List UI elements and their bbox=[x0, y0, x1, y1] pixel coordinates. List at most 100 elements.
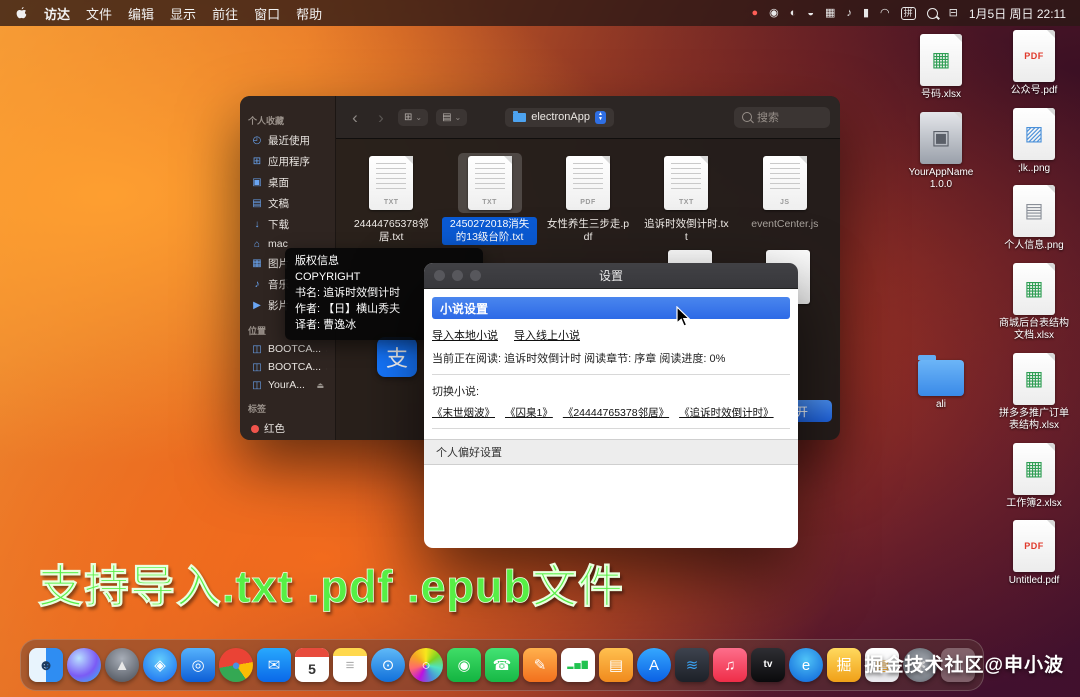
notes-icon[interactable]: ≡ bbox=[333, 648, 367, 682]
novel-settings-header[interactable]: 小说设置 bbox=[432, 297, 790, 319]
sidebar-item-label: BOOTCA... bbox=[268, 343, 321, 355]
desktop-icon[interactable]: ▦ 拼多多推广订单表结构.xlsx bbox=[996, 353, 1072, 433]
desktop-icon[interactable]: ▨ ;lk..png bbox=[996, 108, 1072, 176]
sidebar-section-favorites: 个人收藏 bbox=[248, 114, 327, 127]
group-by-control[interactable]: ▤⌄ bbox=[436, 109, 467, 126]
menu-item[interactable]: 文件 bbox=[86, 4, 112, 23]
file-item[interactable]: TXT 24444765378邻居.txt bbox=[344, 153, 438, 245]
sidebar-item[interactable]: ⊞ 应用程序 bbox=[248, 151, 327, 172]
desktop-icon[interactable]: ▤ 个人信息.png bbox=[996, 185, 1072, 253]
file-item[interactable]: JS eventCenter.js bbox=[738, 153, 832, 245]
desktop-icon[interactable]: PDF Untitled.pdf bbox=[996, 520, 1072, 588]
file-type-icon: ▦ bbox=[1013, 353, 1055, 405]
desktop-icon[interactable]: ▦ 工作簿2.xlsx bbox=[996, 443, 1072, 511]
docker-icon[interactable]: ≋ bbox=[675, 648, 709, 682]
keyboard-icon[interactable]: ▦ bbox=[825, 8, 835, 19]
eject-icon[interactable]: ⏏ bbox=[316, 381, 324, 390]
search-field[interactable]: 搜索 bbox=[734, 107, 830, 128]
desktop-icon[interactable]: ▦ 商城后台表结构文档.xlsx bbox=[996, 263, 1072, 343]
sidebar-item-icon: ⌂ bbox=[251, 239, 263, 250]
sidebar-item[interactable]: ↓ 下载 bbox=[248, 214, 327, 235]
wifi-icon[interactable]: ◠ bbox=[880, 8, 890, 19]
file-type-icon: ▦ bbox=[1013, 263, 1055, 315]
music-icon[interactable]: ♫ bbox=[713, 648, 747, 682]
messages-icon[interactable]: ⊙ bbox=[371, 648, 405, 682]
blue-app-icon[interactable]: ◎ bbox=[181, 648, 215, 682]
alipay-file-icon[interactable]: 支 bbox=[377, 337, 417, 377]
phone-icon[interactable]: ☎ bbox=[485, 648, 519, 682]
menu-item[interactable]: 帮助 bbox=[296, 4, 322, 23]
apple-tv-icon[interactable]: tv bbox=[751, 648, 785, 682]
menu-item[interactable]: 窗口 bbox=[254, 4, 280, 23]
desktop-icon-label: 公众号.pdf bbox=[1011, 85, 1058, 98]
popup-stepper-icon: ▲▼ bbox=[595, 111, 606, 124]
folder-popup[interactable]: electronApp ▲▼ bbox=[505, 108, 614, 127]
sidebar-tag-item[interactable]: 红色 bbox=[248, 418, 327, 439]
menu-item[interactable]: 显示 bbox=[170, 4, 196, 23]
eject-icon[interactable]: ⏏ bbox=[326, 345, 327, 354]
juejin-icon[interactable]: 掘 bbox=[827, 648, 861, 682]
pencil-app-icon[interactable]: ✎ bbox=[523, 648, 557, 682]
calendar-icon[interactable]: 5 bbox=[295, 648, 329, 682]
menu-item[interactable]: 访达 bbox=[44, 4, 70, 23]
back-button[interactable]: ‹ bbox=[346, 109, 364, 126]
sidebar-item[interactable]: ◴ 最近使用 bbox=[248, 130, 327, 151]
chrome-icon[interactable]: ● bbox=[219, 648, 253, 682]
desktop-icon[interactable]: ▣ YourAppName 1.0.0 bbox=[905, 112, 977, 192]
menu-item[interactable]: 前往 bbox=[212, 4, 238, 23]
forward-button[interactable]: › bbox=[372, 109, 390, 126]
file-type-badge: TXT bbox=[384, 199, 399, 206]
screen-recording-icon[interactable]: ● bbox=[751, 8, 758, 19]
file-item[interactable]: TXT 追诉时效倒计时.txt bbox=[639, 153, 733, 245]
browser-icon[interactable]: e bbox=[789, 648, 823, 682]
meeting-icon[interactable]: ◒ bbox=[807, 8, 814, 19]
book-link[interactable]: 《追诉时效倒计时》 bbox=[679, 405, 774, 420]
book-link[interactable]: 《末世烟波》 bbox=[432, 405, 495, 420]
desktop-icon[interactable]: ali bbox=[905, 348, 977, 412]
import-link[interactable]: 导入本地小说 bbox=[432, 327, 498, 343]
sidebar-item-label: 下载 bbox=[268, 217, 289, 232]
view-mode-control[interactable]: ⊞⌄ bbox=[398, 109, 428, 126]
import-link[interactable]: 导入线上小说 bbox=[514, 327, 580, 343]
files-icon[interactable]: ▤ bbox=[599, 648, 633, 682]
sidebar-location-item[interactable]: ◫ BOOTCA... ⏏ bbox=[248, 358, 327, 376]
input-method-icon[interactable]: 拼 bbox=[901, 7, 916, 20]
zoom-button[interactable] bbox=[470, 270, 481, 281]
photos-icon[interactable]: ○ bbox=[409, 648, 443, 682]
grid-view-icon: ⊞ bbox=[404, 112, 412, 123]
file-item[interactable]: PDF 女性养生三步走.pdf bbox=[541, 153, 635, 245]
preferences-section-header[interactable]: 个人偏好设置 bbox=[424, 439, 798, 465]
book-link[interactable]: 《囚臬1》 bbox=[505, 405, 553, 420]
sidebar-location-item[interactable]: ◫ BOOTCA... ⏏ bbox=[248, 340, 327, 358]
minimize-button[interactable] bbox=[452, 270, 463, 281]
desktop-icon[interactable]: PDF 公众号.pdf bbox=[996, 30, 1072, 98]
sidebar-location-item[interactable]: ◫ YourA... ⏏ bbox=[248, 376, 327, 394]
search-icon[interactable] bbox=[927, 8, 938, 19]
close-button[interactable] bbox=[434, 270, 445, 281]
eject-icon[interactable]: ⏏ bbox=[326, 363, 327, 372]
app-store-icon[interactable]: A bbox=[637, 648, 671, 682]
desktop-icon[interactable]: ▦ 号码.xlsx bbox=[905, 34, 977, 102]
control-center-icon[interactable]: ⊟ bbox=[949, 8, 958, 19]
wechat-icon[interactable]: ◉ bbox=[447, 648, 481, 682]
stocks-icon[interactable]: ▂▅▇ bbox=[561, 648, 595, 682]
book-link[interactable]: 《24444765378邻居》 bbox=[563, 405, 669, 420]
mail-icon[interactable]: ✉ bbox=[257, 648, 291, 682]
battery-icon[interactable]: ▮ bbox=[863, 8, 869, 19]
safari-icon[interactable]: ◈ bbox=[143, 648, 177, 682]
apple-logo-icon[interactable] bbox=[14, 5, 28, 21]
menu-clock[interactable]: 1月5日 周日 22:11 bbox=[969, 5, 1066, 22]
menu-item[interactable]: 编辑 bbox=[128, 4, 154, 23]
file-type-icon: ▨ bbox=[1013, 108, 1055, 160]
sidebar-item[interactable]: ▤ 文稿 bbox=[248, 193, 327, 214]
launchpad-icon[interactable]: ▲ bbox=[105, 648, 139, 682]
file-type-icon: ▤ bbox=[1013, 185, 1055, 237]
camera-icon[interactable]: ◉ bbox=[769, 8, 779, 19]
do-not-disturb-icon[interactable]: ◐ bbox=[790, 8, 797, 19]
volume-icon[interactable]: ♪ bbox=[846, 8, 852, 19]
sidebar-item-icon: ▶ bbox=[251, 300, 263, 311]
siri-icon[interactable] bbox=[67, 648, 101, 682]
finder-icon[interactable]: ☻ bbox=[29, 648, 63, 682]
file-item[interactable]: TXT 2450272018消失的13级台阶.txt bbox=[442, 153, 536, 245]
sidebar-item[interactable]: ▣ 桌面 bbox=[248, 172, 327, 193]
